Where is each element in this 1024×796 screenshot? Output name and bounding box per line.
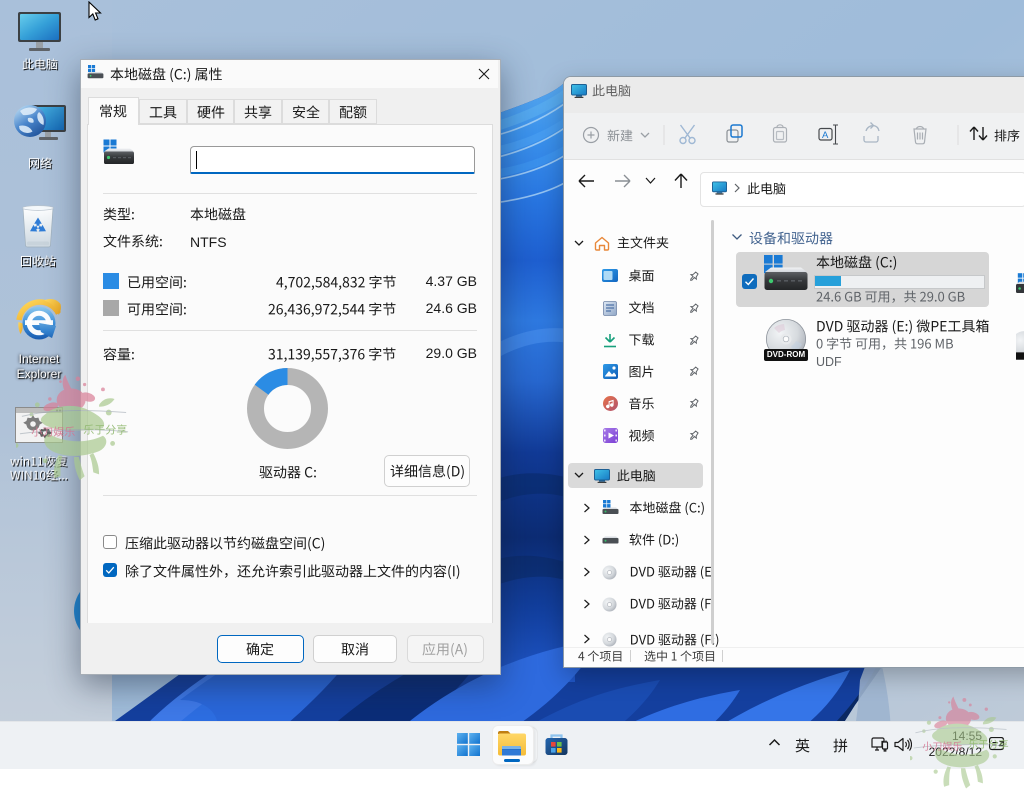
svg-text:A: A <box>822 130 829 141</box>
